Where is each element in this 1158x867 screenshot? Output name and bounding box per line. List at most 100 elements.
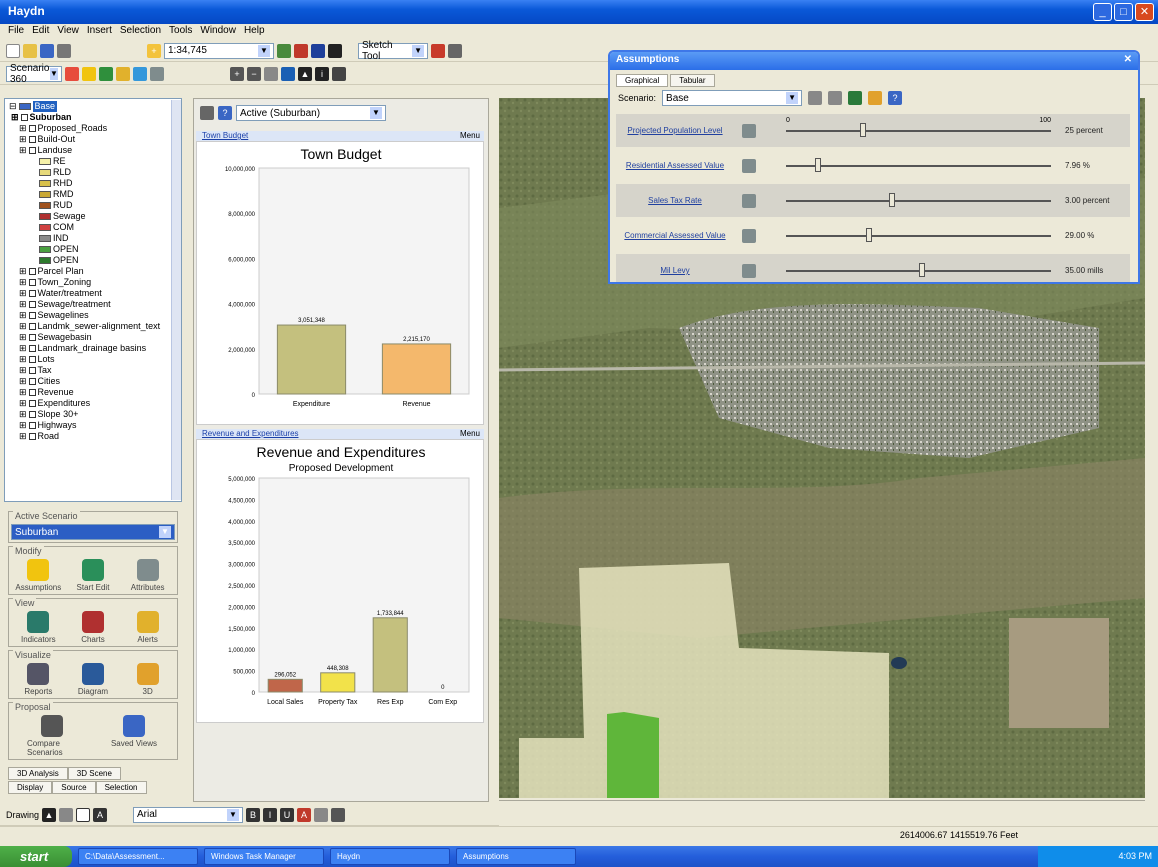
select-elements-icon[interactable]: ▲ xyxy=(42,807,57,822)
expand-icon[interactable]: ⊞ xyxy=(19,288,27,299)
layer-checkbox[interactable] xyxy=(28,389,36,396)
arc-toolbox-icon[interactable] xyxy=(294,43,308,58)
chart-settings-icon[interactable] xyxy=(200,106,214,120)
compare-scenarios-button[interactable]: Compare Scenarios xyxy=(27,715,77,757)
lock-icon[interactable] xyxy=(742,123,756,138)
paste-icon[interactable] xyxy=(828,91,843,105)
toc-layer[interactable]: ⊞ Water/treatment xyxy=(9,288,177,299)
menu-item-file[interactable]: File xyxy=(8,25,24,39)
help-icon[interactable]: ? xyxy=(218,106,232,120)
expand-icon[interactable]: ⊞ xyxy=(19,420,27,431)
bold-icon[interactable]: B xyxy=(246,807,261,822)
copy-icon[interactable] xyxy=(808,91,823,105)
toc-layer[interactable]: ⊞ Suburban xyxy=(9,112,177,123)
open-icon[interactable] xyxy=(23,43,37,58)
select-icon[interactable]: ▲ xyxy=(298,66,312,81)
chart1-menu-button[interactable]: Menu xyxy=(460,131,480,140)
toc-layer[interactable]: ⊞ Revenue xyxy=(9,387,177,398)
edit-icon[interactable] xyxy=(868,91,883,105)
assumption-label[interactable]: Sales Tax Rate xyxy=(616,196,734,205)
close-button[interactable]: ✕ xyxy=(1135,3,1154,21)
expand-icon[interactable]: ⊞ xyxy=(19,123,27,134)
toc-layer[interactable]: ⊞ Parcel Plan xyxy=(9,266,177,277)
assumption-slider[interactable] xyxy=(786,155,1051,177)
apply-icon[interactable] xyxy=(848,91,863,105)
expand-icon[interactable]: ⊞ xyxy=(19,266,27,277)
slider-thumb[interactable] xyxy=(865,227,872,242)
layer-checkbox[interactable] xyxy=(28,147,36,154)
chart2-menu-button[interactable]: Menu xyxy=(460,429,480,438)
scenario-360-combo[interactable]: Scenario 360 ▼ xyxy=(6,63,62,85)
toc-layer[interactable]: ⊞ Build-Out xyxy=(9,134,177,145)
taskbar-item[interactable]: C:\Data\Assessment... xyxy=(78,848,198,865)
lock-icon[interactable] xyxy=(742,228,756,243)
toc-layer[interactable]: ⊞ Proposed_Roads xyxy=(9,123,177,134)
expand-icon[interactable]: ⊞ xyxy=(19,145,27,156)
catalog-icon[interactable] xyxy=(311,43,325,58)
toc-layer[interactable]: ⊞ Cities xyxy=(9,376,177,387)
drawing-menu[interactable]: Drawing xyxy=(6,810,39,820)
layer-checkbox[interactable] xyxy=(28,334,36,341)
minimize-button[interactable]: _ xyxy=(1093,3,1112,21)
expand-icon[interactable]: ⊞ xyxy=(19,343,27,354)
slider-thumb[interactable] xyxy=(918,262,925,277)
identify-icon[interactable]: i xyxy=(315,66,329,81)
chart2-header[interactable]: Revenue and Expenditures Menu xyxy=(196,429,484,439)
tab-graphical[interactable]: Graphical xyxy=(616,74,669,87)
find-icon[interactable] xyxy=(332,66,346,81)
expand-icon[interactable]: ⊞ xyxy=(19,387,27,398)
assumption-label[interactable]: Commercial Assessed Value xyxy=(616,231,734,240)
attributes-button[interactable]: Attributes xyxy=(123,559,173,592)
pan-icon[interactable] xyxy=(264,66,278,81)
lock-icon[interactable] xyxy=(742,193,756,208)
expand-icon[interactable]: ⊞ xyxy=(19,409,27,420)
lock-icon[interactable] xyxy=(742,158,756,173)
alert-icon[interactable] xyxy=(116,66,130,81)
taskbar-item[interactable]: Assumptions xyxy=(456,848,576,865)
expand-icon[interactable]: ⊞ xyxy=(19,310,27,321)
menu-item-help[interactable]: Help xyxy=(244,25,265,39)
tab-tabular[interactable]: Tabular xyxy=(670,74,715,87)
tab-selection[interactable]: Selection xyxy=(95,781,147,794)
taskbar-item[interactable]: Windows Task Manager xyxy=(204,848,324,865)
layer-checkbox[interactable] xyxy=(28,400,36,407)
menu-item-window[interactable]: Window xyxy=(200,25,236,39)
toc-layer[interactable]: ⊞ Highways xyxy=(9,420,177,431)
toc-scrollbar[interactable] xyxy=(171,100,181,500)
slider-thumb[interactable] xyxy=(815,157,822,172)
new-icon[interactable] xyxy=(6,43,20,58)
toc-layer[interactable]: ⊞ Slope 30+ xyxy=(9,409,177,420)
reports-button[interactable]: Reports xyxy=(13,663,63,696)
layer-checkbox[interactable] xyxy=(28,345,36,352)
save-icon[interactable] xyxy=(40,43,54,58)
assumption-slider[interactable] xyxy=(786,190,1051,212)
active-scenario-select[interactable]: Suburban ▼ xyxy=(11,524,175,540)
sketch-icon[interactable] xyxy=(431,43,445,58)
font-color-icon[interactable]: A xyxy=(297,807,312,822)
toc-layer[interactable]: ⊞ Expenditures xyxy=(9,398,177,409)
full-extent-icon[interactable] xyxy=(281,66,295,81)
toc-layer[interactable]: OPEN xyxy=(9,255,177,266)
menu-item-selection[interactable]: Selection xyxy=(120,25,161,39)
toc-layer[interactable]: RE xyxy=(9,156,177,167)
menu-item-insert[interactable]: Insert xyxy=(87,25,112,39)
menu-item-edit[interactable]: Edit xyxy=(32,25,49,39)
expand-icon[interactable]: ⊞ xyxy=(19,365,27,376)
italic-icon[interactable]: I xyxy=(263,807,278,822)
maximize-button[interactable]: □ xyxy=(1114,3,1133,21)
model-builder-icon[interactable] xyxy=(328,43,342,58)
layer-checkbox[interactable] xyxy=(28,378,36,385)
start-button[interactable]: start xyxy=(0,846,72,867)
diagram-icon[interactable] xyxy=(150,66,164,81)
tab-source[interactable]: Source xyxy=(52,781,96,794)
expand-icon[interactable]: ⊞ xyxy=(19,354,27,365)
line-color-icon[interactable] xyxy=(331,807,346,822)
layer-checkbox[interactable] xyxy=(28,312,36,319)
charts-button[interactable]: Charts xyxy=(68,611,118,644)
taskbar-item[interactable]: Haydn xyxy=(330,848,450,865)
toc-layer[interactable]: RHD xyxy=(9,178,177,189)
layer-checkbox[interactable] xyxy=(28,136,36,143)
text-icon[interactable]: A xyxy=(93,807,108,822)
toc-layer[interactable]: COM xyxy=(9,222,177,233)
toc-layer[interactable]: RLD xyxy=(9,167,177,178)
